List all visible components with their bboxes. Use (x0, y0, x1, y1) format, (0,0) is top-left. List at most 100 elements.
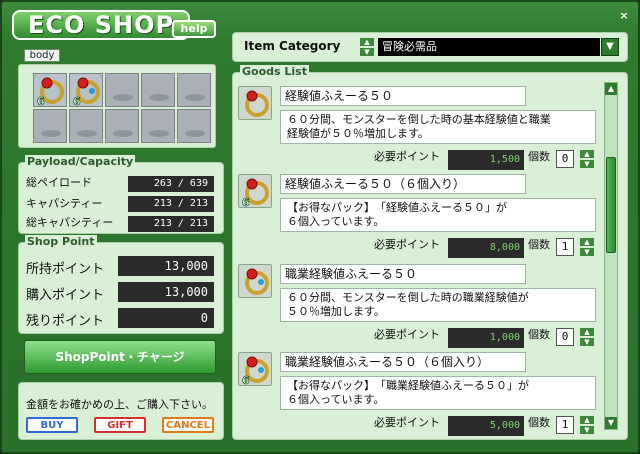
goods-item[interactable]: 6 経験値ふえーる５０（６個入り） 【お得なパック】 「経験値ふえーる５０」が … (238, 174, 602, 262)
goods-item[interactable]: 職業経験値ふえーる５０ ６０分間、モンスターを倒した時の職業経験値が ５０％増加… (238, 264, 602, 352)
description-line: 【お得なパック】 「職業経験値ふえーる５０」が (287, 379, 529, 392)
payload-total-value: 263 / 639 (128, 176, 214, 192)
goods-item-name: 経験値ふえーる５０（６個入り） (280, 174, 526, 194)
gift-button[interactable]: GIFT (94, 417, 146, 433)
quantity-stepper[interactable]: 0 (556, 150, 574, 168)
goods-item-description: 【お得なパック】 「経験値ふえーる５０」が ６個入っています。 (280, 198, 596, 232)
inventory-slot[interactable] (177, 73, 211, 107)
job-experience-ring-icon (238, 264, 272, 298)
description-line: ６０分間、モンスターを倒した時の職業経験値が (287, 291, 529, 304)
inventory-grid: 6 6 (33, 73, 211, 143)
pack-count-badge: 6 (242, 196, 250, 209)
close-icon[interactable]: × (618, 10, 630, 22)
description-line: ６個入っています。 (287, 393, 385, 406)
required-points-value: 5,000 (448, 416, 524, 436)
capacity-value: 213 / 213 (128, 196, 214, 212)
goods-item[interactable]: 6 職業経験値ふえーる５０（６個入り） 【お得なパック】 「職業経験値ふえーる５… (238, 352, 602, 440)
inventory-slot[interactable] (105, 109, 139, 143)
shop-logo: ECO SHOP (12, 10, 191, 40)
owned-points-label: 所持ポイント (26, 262, 105, 277)
scrollbar-thumb[interactable] (606, 157, 616, 253)
quantity-label: 個数 (528, 238, 550, 251)
required-points-label: 必要ポイント (374, 150, 440, 163)
goods-item-name: 職業経験値ふえーる５０（６個入り） (280, 352, 526, 372)
quantity-down-icon[interactable]: ▼ (580, 160, 594, 168)
quantity-label: 個数 (528, 416, 550, 429)
inventory-slot[interactable] (33, 109, 67, 143)
slot-badge: 6 (73, 95, 81, 108)
capacity-total-label: 総キャパシティー (26, 216, 114, 229)
experience-ring-icon: 6 (37, 77, 64, 108)
payload-legend: Payload/Capacity (25, 155, 136, 168)
goods-item-description: ６０分間、モンスターを倒した時の職業経験値が ５０％増加します。 (280, 288, 596, 322)
inventory-slot[interactable] (141, 109, 175, 143)
quantity-down-icon[interactable]: ▼ (580, 248, 594, 256)
goods-item-name: 経験値ふえーる５０ (280, 86, 526, 106)
capacity-label: キャパシティー (26, 197, 103, 210)
equipment-inventory: 6 6 (18, 64, 216, 148)
experience-ring-icon (238, 86, 272, 120)
goods-item[interactable]: 経験値ふえーる５０ ６０分間、モンスターを倒した時の基本経験値と職業 経験値が５… (238, 86, 602, 174)
inventory-slot[interactable] (141, 73, 175, 107)
capacity-total-value: 213 / 213 (128, 216, 214, 232)
cancel-button[interactable]: CANCEL (162, 417, 214, 433)
required-points-label: 必要ポイント (374, 328, 440, 341)
shop-point-legend: Shop Point (25, 235, 97, 248)
slot-badge: 6 (37, 95, 45, 108)
scroll-down-icon[interactable]: ▼ (605, 417, 617, 429)
inventory-slot[interactable]: 6 (33, 73, 67, 108)
required-points-label: 必要ポイント (374, 416, 440, 429)
inventory-slot[interactable]: 6 (69, 73, 103, 108)
goods-list-legend: Goods List (240, 65, 309, 78)
required-points-label: 必要ポイント (374, 238, 440, 251)
body-tab[interactable]: body (24, 49, 60, 62)
required-points-value: 8,000 (448, 238, 524, 258)
quantity-label: 個数 (528, 328, 550, 341)
pack-count-badge: 6 (242, 374, 250, 387)
job-experience-ring-icon: 6 (73, 77, 100, 108)
purchase-points-label: 購入ポイント (26, 288, 105, 303)
quantity-down-icon[interactable]: ▼ (580, 338, 594, 346)
payload-total-label: 総ペイロード (26, 176, 92, 189)
description-line: ６個入っています。 (287, 215, 385, 228)
description-line: ６０分間、モンスターを倒した時の基本経験値と職業 (287, 113, 551, 126)
description-line: 経験値が５０％増加します。 (287, 127, 429, 140)
quantity-stepper[interactable]: 1 (556, 416, 574, 434)
goods-scrollbar[interactable]: ▲ ▼ (604, 82, 618, 430)
inventory-slot[interactable] (177, 109, 211, 143)
item-category-select[interactable]: 冒険必需品 (378, 38, 600, 56)
remaining-points-label: 残りポイント (26, 314, 105, 329)
job-experience-ring-pack-icon: 6 (238, 352, 272, 387)
inventory-slot[interactable] (69, 109, 103, 143)
goods-item-description: ６０分間、モンスターを倒した時の基本経験値と職業 経験値が５０％増加します。 (280, 110, 596, 144)
owned-points-value: 13,000 (118, 256, 214, 276)
description-line: ５０％増加します。 (287, 305, 385, 318)
quantity-label: 個数 (528, 150, 550, 163)
experience-ring-pack-icon: 6 (238, 174, 272, 209)
item-category-label: Item Category (244, 39, 341, 53)
inventory-slot[interactable] (105, 73, 139, 107)
quantity-stepper[interactable]: 0 (556, 328, 574, 346)
category-prev-icon[interactable]: ▲ (360, 38, 374, 46)
quantity-down-icon[interactable]: ▼ (580, 426, 594, 434)
description-line: 【お得なパック】 「経験値ふえーる５０」が (287, 201, 507, 214)
scroll-up-icon[interactable]: ▲ (605, 83, 617, 95)
required-points-value: 1,500 (448, 150, 524, 170)
purchase-points-value: 13,000 (118, 282, 214, 302)
eco-shop-window: ECO SHOP help × body 6 6 Payload/Capacit… (0, 0, 640, 454)
confirm-text: 金額をお確かめの上、ご購入下さい。 (26, 398, 213, 411)
quantity-up-icon[interactable]: ▲ (580, 150, 594, 158)
quantity-up-icon[interactable]: ▲ (580, 238, 594, 246)
help-button[interactable]: help (172, 20, 216, 38)
chevron-down-icon[interactable]: ▼ (601, 38, 619, 56)
category-next-icon[interactable]: ▼ (360, 48, 374, 56)
shop-point-charge-button[interactable]: ShopPoint・チャージ (24, 340, 216, 374)
required-points-value: 1,000 (448, 328, 524, 348)
quantity-up-icon[interactable]: ▲ (580, 416, 594, 424)
quantity-stepper[interactable]: 1 (556, 238, 574, 256)
remaining-points-value: 0 (118, 308, 214, 328)
quantity-up-icon[interactable]: ▲ (580, 328, 594, 336)
goods-item-description: 【お得なパック】 「職業経験値ふえーる５０」が ６個入っています。 (280, 376, 596, 410)
goods-item-name: 職業経験値ふえーる５０ (280, 264, 526, 284)
buy-button[interactable]: BUY (26, 417, 78, 433)
